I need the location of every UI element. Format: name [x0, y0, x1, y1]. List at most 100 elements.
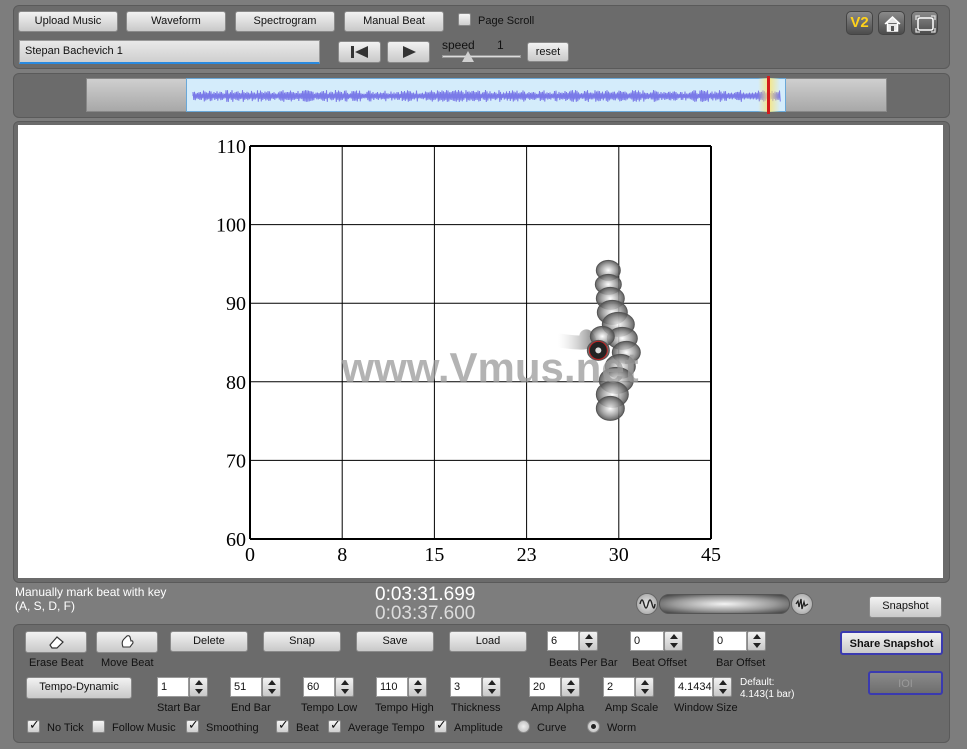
v2-icon[interactable]: V2	[846, 11, 873, 35]
erase-beat-button[interactable]	[25, 631, 87, 653]
tempo-high-label: Tempo High	[375, 702, 434, 714]
reset-button[interactable]: reset	[527, 42, 569, 62]
curve-radio[interactable]	[517, 720, 530, 733]
end-bar-value[interactable]: 51	[230, 677, 262, 697]
hint-line-2: (A, S, D, F)	[15, 599, 75, 613]
average-tempo-checkbox[interactable]	[328, 718, 341, 733]
save-button[interactable]: Save	[356, 631, 434, 652]
thickness-label: Thickness	[451, 702, 501, 714]
thickness-stepper[interactable]: 3	[450, 677, 501, 697]
speed-value: 1	[497, 38, 504, 52]
thickness-value[interactable]: 3	[450, 677, 482, 697]
worm-segment	[595, 395, 625, 421]
worm-trail	[551, 329, 596, 350]
end-bar-stepper[interactable]: 51	[230, 677, 281, 697]
track-title-field[interactable]: Stepan Bachevich 1	[19, 40, 320, 64]
default-value: 4.143(1 bar)	[740, 689, 795, 700]
tempo-high-value[interactable]: 110	[376, 677, 408, 697]
amp-scale-label: Amp Scale	[605, 702, 659, 714]
no-tick-checkbox[interactable]	[27, 718, 40, 733]
eraser-icon	[49, 636, 64, 649]
bar-offset-stepper[interactable]: 0	[713, 631, 766, 651]
spectrogram-button[interactable]: Spectrogram	[235, 11, 335, 32]
start-bar-value[interactable]: 1	[157, 677, 189, 697]
start-bar-arrows[interactable]	[189, 677, 208, 697]
tempo-low-value[interactable]: 60	[303, 677, 335, 697]
window-size-stepper[interactable]: 4.14343	[674, 677, 732, 697]
x-tick-label: 23	[517, 544, 537, 566]
follow-music-checkbox[interactable]	[92, 720, 105, 733]
tempo-high-arrows[interactable]	[408, 677, 427, 697]
x-tick-label: 0	[245, 544, 255, 566]
amp-alpha-label: Amp Alpha	[531, 702, 585, 714]
tempo-low-stepper[interactable]: 60	[303, 677, 354, 697]
hand-icon	[121, 635, 134, 648]
beat-offset-stepper[interactable]: 0	[630, 631, 683, 651]
default-label: Default:	[740, 677, 775, 688]
fullscreen-icon[interactable]	[911, 11, 938, 35]
waveform-visible-window[interactable]	[186, 78, 786, 112]
amplitude-label: Amplitude	[454, 722, 503, 734]
waveform-trace	[192, 89, 781, 103]
smoothing-label: Smoothing	[206, 722, 259, 734]
share-snapshot-button[interactable]: Share Snapshot	[840, 631, 943, 655]
amp-scale-value[interactable]: 2	[603, 677, 635, 697]
end-bar-label: End Bar	[231, 702, 271, 714]
window-size-arrows[interactable]	[713, 677, 732, 697]
worm-label: Worm	[607, 722, 637, 734]
amplitude-checkbox[interactable]	[434, 718, 447, 733]
tempo-high-stepper[interactable]: 110	[376, 677, 427, 697]
beat-offset-value[interactable]: 0	[630, 631, 664, 651]
chart-area[interactable]: 0 8 15 23 30 45 60 70 80 90 100 110 www.Vmus.net	[18, 125, 943, 578]
ioi-button[interactable]: IOI	[868, 671, 943, 695]
amp-alpha-stepper[interactable]: 20	[529, 677, 580, 697]
smoothing-checkbox[interactable]	[186, 718, 199, 733]
load-button[interactable]: Load	[449, 631, 527, 652]
window-size-value[interactable]: 4.14343	[674, 677, 713, 697]
start-bar-label: Start Bar	[157, 702, 201, 714]
bar-offset-label: Bar Offset	[716, 657, 766, 669]
bar-offset-arrows[interactable]	[747, 631, 766, 651]
tempo-worm-chart[interactable]: 0 8 15 23 30 45 60 70 80 90 100 110 www.Vmus.net	[18, 125, 943, 578]
page-scroll-checkbox[interactable]	[458, 13, 471, 26]
y-tick-label: 110	[217, 136, 246, 158]
position-slider[interactable]	[659, 594, 790, 614]
beats-per-bar-stepper[interactable]: 6	[547, 631, 598, 651]
tempo-dynamic-button[interactable]: Tempo-Dynamic	[26, 677, 132, 699]
thickness-arrows[interactable]	[482, 677, 501, 697]
tempo-low-arrows[interactable]	[335, 677, 354, 697]
waveform-button[interactable]: Waveform	[126, 11, 226, 32]
play-button[interactable]	[387, 41, 430, 63]
window-size-label: Window Size	[674, 702, 738, 714]
worm-radio[interactable]	[587, 720, 600, 733]
amp-scale-arrows[interactable]	[635, 677, 654, 697]
upload-music-button[interactable]: Upload Music	[18, 11, 118, 32]
erase-beat-label: Erase Beat	[29, 657, 84, 669]
x-tick-label: 15	[424, 544, 444, 566]
home-icon[interactable]	[878, 11, 905, 35]
no-tick-label: No Tick	[47, 722, 84, 734]
beat-checkbox[interactable]	[276, 718, 289, 733]
delete-button[interactable]: Delete	[170, 631, 248, 652]
end-bar-arrows[interactable]	[262, 677, 281, 697]
beats-per-bar-arrows[interactable]	[579, 631, 598, 651]
manual-beat-button[interactable]: Manual Beat	[344, 11, 444, 32]
snap-button[interactable]: Snap	[263, 631, 341, 652]
amp-alpha-arrows[interactable]	[561, 677, 580, 697]
beat-offset-arrows[interactable]	[664, 631, 683, 651]
watermark-text: www.Vmus.net	[340, 344, 638, 391]
move-beat-button[interactable]	[96, 631, 158, 653]
snapshot-button[interactable]: Snapshot	[869, 596, 942, 618]
wave-mode-icon[interactable]	[636, 593, 658, 615]
speed-slider-track[interactable]	[442, 55, 521, 58]
audio-mode-icon[interactable]	[791, 593, 813, 615]
start-bar-stepper[interactable]: 1	[157, 677, 208, 697]
amp-alpha-value[interactable]: 20	[529, 677, 561, 697]
amp-scale-stepper[interactable]: 2	[603, 677, 654, 697]
speed-slider-thumb[interactable]	[462, 51, 474, 62]
rewind-button[interactable]	[338, 41, 381, 63]
beats-per-bar-value[interactable]: 6	[547, 631, 579, 651]
y-tick-label: 80	[226, 372, 246, 394]
y-tick-label: 70	[226, 450, 246, 472]
bar-offset-value[interactable]: 0	[713, 631, 747, 651]
